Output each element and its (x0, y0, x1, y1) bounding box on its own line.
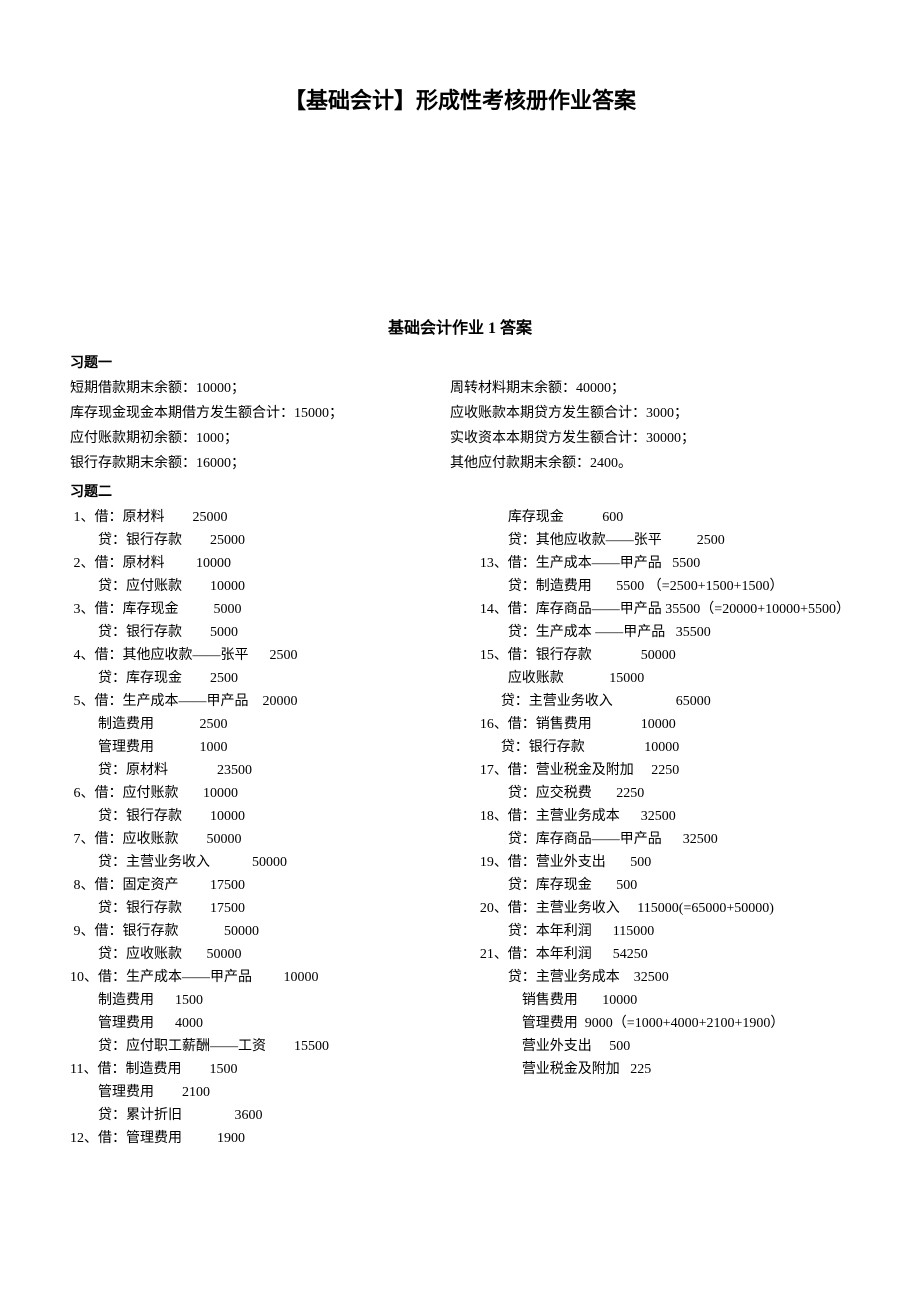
q2-left-line: 管理费用 1000 (70, 737, 480, 758)
q1-left-line: 银行存款期末余额：16000； (70, 453, 450, 474)
q2-left-line: 贷：应付账款 10000 (70, 576, 480, 597)
q2-left-line: 贷：库存现金 2500 (70, 668, 480, 689)
q1-left-line: 应付账款期初余额：1000； (70, 428, 450, 449)
q2-right-line: 贷：生产成本 ——甲产品 35500 (480, 622, 850, 643)
question-1-right-column: 周转材料期末余额：40000； 应收账款本期贷方发生额合计：3000； 实收资本本期… (450, 378, 850, 478)
q2-right-line: 14、借：库存商品——甲产品 35500（=20000+10000+5500） (480, 599, 850, 620)
q2-right-line: 贷：主营业务成本 32500 (480, 967, 850, 988)
q2-right-line: 20、借：主营业务收入 115000(=65000+50000) (480, 898, 850, 919)
q2-right-line: 贷：应交税费 2250 (480, 783, 850, 804)
q2-right-line: 贷：其他应收款——张平 2500 (480, 530, 850, 551)
q2-left-line: 1、借：原材料 25000 (70, 507, 480, 528)
question-2-left-column: 1、借：原材料 25000 贷：银行存款 25000 2、借：原材料 10000… (70, 507, 480, 1151)
q1-left-line: 库存现金现金本期借方发生额合计：15000； (70, 403, 450, 424)
section-1-label: 习题一 (70, 353, 850, 374)
q2-left-line: 管理费用 4000 (70, 1013, 480, 1034)
question-2-block: 1、借：原材料 25000 贷：银行存款 25000 2、借：原材料 10000… (70, 507, 850, 1151)
q2-left-line: 管理费用 2100 (70, 1082, 480, 1103)
q2-left-line: 贷：银行存款 17500 (70, 898, 480, 919)
q2-left-line: 12、借：管理费用 1900 (70, 1128, 480, 1149)
q2-left-line: 贷：原材料 23500 (70, 760, 480, 781)
q2-right-line: 16、借：销售费用 10000 (480, 714, 850, 735)
q2-left-line: 制造费用 1500 (70, 990, 480, 1011)
q2-left-line: 10、借：生产成本——甲产品 10000 (70, 967, 480, 988)
q2-right-line: 销售费用 10000 (480, 990, 850, 1011)
question-2-right-column: 库存现金 600 贷：其他应收款——张平 250013、借：生产成本——甲产品 … (480, 507, 850, 1151)
question-1-block: 短期借款期末余额：10000； 库存现金现金本期借方发生额合计：15000； 应付账… (70, 378, 850, 478)
q2-right-line: 17、借：营业税金及附加 2250 (480, 760, 850, 781)
q2-left-line: 6、借：应付账款 10000 (70, 783, 480, 804)
q2-right-line: 21、借：本年利润 54250 (480, 944, 850, 965)
q2-left-line: 8、借：固定资产 17500 (70, 875, 480, 896)
q2-right-line: 营业税金及附加 225 (480, 1059, 850, 1080)
q2-right-line: 13、借：生产成本——甲产品 5500 (480, 553, 850, 574)
q2-left-line: 贷：累计折旧 3600 (70, 1105, 480, 1126)
q1-right-line: 实收资本本期贷方发生额合计：30000； (450, 428, 850, 449)
q1-left-line: 短期借款期末余额：10000； (70, 378, 450, 399)
q2-left-line: 贷：应收账款 50000 (70, 944, 480, 965)
q2-right-line: 贷：银行存款 10000 (480, 737, 850, 758)
q2-left-line: 制造费用 2500 (70, 714, 480, 735)
section-2-label: 习题二 (70, 482, 850, 503)
document-title: 【基础会计】形成性考核册作业答案 (70, 84, 850, 117)
q2-right-line: 贷：制造费用 5500 （=2500+1500+1500） (480, 576, 850, 597)
q2-right-line: 库存现金 600 (480, 507, 850, 528)
q2-left-line: 贷：银行存款 10000 (70, 806, 480, 827)
q2-left-line: 贷：主营业务收入 50000 (70, 852, 480, 873)
q2-left-line: 3、借：库存现金 5000 (70, 599, 480, 620)
q2-right-line: 贷：主营业务收入 65000 (480, 691, 850, 712)
question-1-left-column: 短期借款期末余额：10000； 库存现金现金本期借方发生额合计：15000； 应付账… (70, 378, 450, 478)
q2-right-line: 贷：库存现金 500 (480, 875, 850, 896)
q1-right-line: 周转材料期末余额：40000； (450, 378, 850, 399)
q2-left-line: 贷：银行存款 5000 (70, 622, 480, 643)
q1-right-line: 其他应付款期末余额：2400。 (450, 453, 850, 474)
q2-right-line: 19、借：营业外支出 500 (480, 852, 850, 873)
q2-left-line: 5、借：生产成本——甲产品 20000 (70, 691, 480, 712)
q2-left-line: 11、借：制造费用 1500 (70, 1059, 480, 1080)
q2-left-line: 2、借：原材料 10000 (70, 553, 480, 574)
q2-right-line: 贷：库存商品——甲产品 32500 (480, 829, 850, 850)
q2-left-line: 9、借：银行存款 50000 (70, 921, 480, 942)
q2-left-line: 贷：应付职工薪酬——工资 15500 (70, 1036, 480, 1057)
q2-right-line: 贷：本年利润 115000 (480, 921, 850, 942)
q1-right-line: 应收账款本期贷方发生额合计：3000； (450, 403, 850, 424)
assignment-subtitle: 基础会计作业 1 答案 (70, 317, 850, 341)
q2-right-line: 18、借：主营业务成本 32500 (480, 806, 850, 827)
q2-left-line: 贷：银行存款 25000 (70, 530, 480, 551)
q2-right-line: 营业外支出 500 (480, 1036, 850, 1057)
q2-right-line: 应收账款 15000 (480, 668, 850, 689)
q2-right-line: 15、借：银行存款 50000 (480, 645, 850, 666)
q2-right-line: 管理费用 9000（=1000+4000+2100+1900） (480, 1013, 850, 1034)
q2-left-line: 4、借：其他应收款——张平 2500 (70, 645, 480, 666)
q2-left-line: 7、借：应收账款 50000 (70, 829, 480, 850)
